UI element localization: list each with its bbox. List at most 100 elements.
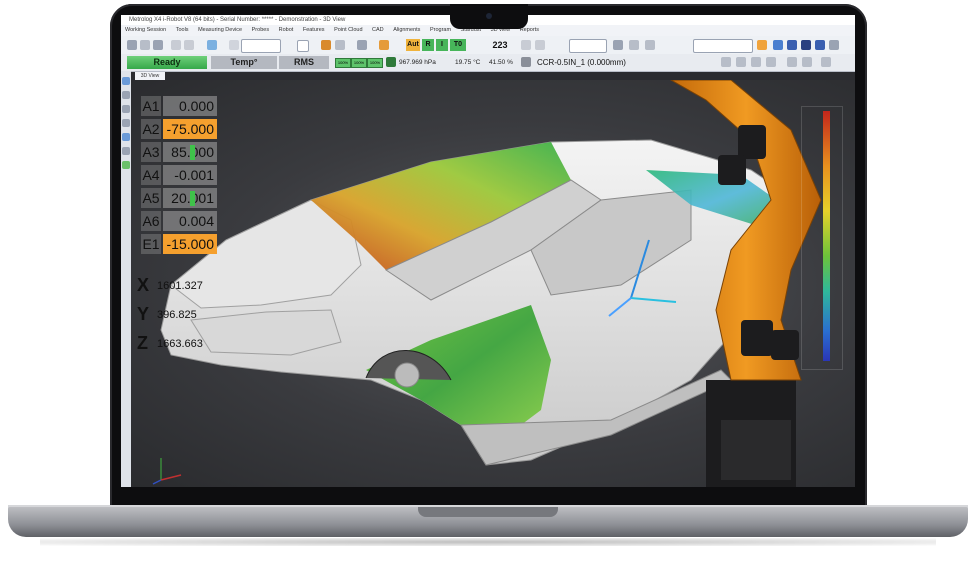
laptop-shadow	[40, 538, 936, 546]
menu-robot[interactable]: Robot	[279, 27, 294, 33]
menu-program[interactable]: Program	[430, 27, 451, 33]
menu-alignments[interactable]: Alignments	[393, 27, 420, 33]
device-select-dropdown[interactable]	[229, 40, 239, 50]
probe-icon[interactable]	[757, 40, 767, 50]
tool-icon-6[interactable]	[802, 57, 812, 67]
menu-cad[interactable]: CAD	[372, 27, 384, 33]
auto-button[interactable]: Aut	[406, 39, 420, 51]
i-button[interactable]: I	[436, 39, 448, 51]
coord-row-y: Y 396.825	[137, 304, 217, 333]
deviation-scale-frame	[801, 106, 843, 370]
axis-row-a5: A5 20.001	[141, 186, 221, 209]
tool-icon-4[interactable]	[766, 57, 776, 67]
side-tool-icon-3[interactable]	[122, 105, 130, 113]
save-icon[interactable]	[153, 40, 163, 50]
point-counter: 223	[492, 40, 508, 50]
coord-row-z: Z 1663.663	[137, 333, 217, 362]
axis-value: -15.000	[163, 234, 217, 254]
axis-label: A1	[141, 96, 161, 116]
measure-icon[interactable]	[521, 40, 531, 50]
side-tool-icon-7[interactable]	[122, 161, 130, 169]
feature-combo[interactable]	[693, 39, 753, 53]
quality-pill-3: 100%	[367, 58, 383, 68]
tool-icon-1[interactable]	[721, 57, 731, 67]
side-tool-icon-2[interactable]	[122, 91, 130, 99]
coord-row-x: X 1601.327	[137, 275, 217, 304]
view-icon[interactable]	[773, 40, 783, 50]
app-window: Metrolog X4 i-Robot V8 (64 bits) - Seria…	[121, 15, 855, 487]
grid-icon[interactable]	[335, 40, 345, 50]
axis-value: -0.001	[163, 165, 217, 185]
new-session-icon[interactable]	[127, 40, 137, 50]
stop-icon[interactable]	[379, 40, 389, 50]
tool-icon-7[interactable]	[821, 57, 831, 67]
axis-value: -75.000	[163, 119, 217, 139]
status-toolbar: Ready Temp° RMS 100% 100% 100% 967.969 h…	[121, 54, 855, 72]
main-toolbar: Aut R I T0 223	[121, 36, 855, 55]
menu-point-cloud[interactable]: Point Cloud	[334, 27, 362, 33]
3d-viewport[interactable]: A1 0.000 A2 -75.000 A3 85.000 A4 -0.001	[131, 80, 855, 487]
coord-label: Y	[137, 304, 150, 324]
axis-row-a3: A3 85.000	[141, 140, 221, 163]
tcp-coordinates: X 1601.327 Y 396.825 Z 1663.663	[137, 275, 217, 362]
target-icon[interactable]	[321, 40, 331, 50]
unit-combo[interactable]	[569, 39, 607, 53]
axis-label: A6	[141, 211, 161, 231]
side-tool-icon-5[interactable]	[122, 133, 130, 141]
robot-axes-panel: A1 0.000 A2 -75.000 A3 85.000 A4 -0.001	[141, 94, 221, 255]
feature-icon[interactable]	[645, 40, 655, 50]
axis-label: E1	[141, 234, 161, 254]
camera-view-icon[interactable]	[801, 40, 811, 50]
coord-value: 1663.663	[157, 338, 203, 350]
align-icon[interactable]	[629, 40, 639, 50]
open-icon[interactable]	[140, 40, 150, 50]
ready-button[interactable]: Ready	[127, 56, 207, 69]
probe-readout: CCR-0.5IN_1 (0.000mm)	[537, 58, 626, 67]
menu-tools[interactable]: Tools	[176, 27, 189, 33]
coord-value: 396.825	[157, 309, 197, 321]
side-tool-icon-4[interactable]	[122, 119, 130, 127]
scene-render	[152, 80, 822, 487]
quality-pill-2: 100%	[351, 58, 367, 68]
coord-label: Z	[137, 333, 148, 353]
axis-row-a2: A2 -75.000	[141, 117, 221, 140]
chart-icon[interactable]	[613, 40, 623, 50]
layer-icon[interactable]	[787, 40, 797, 50]
rms-button[interactable]: RMS	[279, 56, 329, 69]
tab-3d-view[interactable]: 3D View	[135, 72, 165, 80]
deviation-color-scale	[823, 111, 830, 361]
undo-icon[interactable]	[171, 40, 181, 50]
pressure-readout: 967.969 hPa	[399, 59, 436, 66]
side-tool-icon-1[interactable]	[122, 77, 130, 85]
r-button[interactable]: R	[422, 39, 434, 51]
tool-icon-2[interactable]	[736, 57, 746, 67]
axis-label: A5	[141, 188, 161, 208]
settings-icon[interactable]	[357, 40, 367, 50]
temp-button[interactable]: Temp°	[211, 56, 277, 69]
weather-icon	[386, 57, 396, 67]
side-tool-icon-6[interactable]	[122, 147, 130, 155]
axis-label: A4	[141, 165, 161, 185]
device-combo[interactable]	[241, 39, 281, 53]
menu-probes[interactable]: Probes	[252, 27, 269, 33]
device-icon[interactable]	[207, 40, 217, 50]
menu-measuring-device[interactable]: Measuring Device	[198, 27, 242, 33]
record-icon[interactable]	[815, 40, 825, 50]
redo-icon[interactable]	[184, 40, 194, 50]
camera-icon	[486, 13, 492, 19]
axis-label: A3	[141, 142, 161, 162]
axis-indicator	[190, 145, 195, 160]
probe-tip-icon[interactable]	[521, 57, 531, 67]
lid-groove	[418, 507, 558, 517]
t0-button[interactable]: T0	[450, 39, 466, 51]
menu-working-session[interactable]: Working Session	[125, 27, 166, 33]
axis-value: 0.004	[163, 211, 217, 231]
menu-features[interactable]: Features	[303, 27, 325, 33]
tool-icon-5[interactable]	[787, 57, 797, 67]
coord-value: 1601.327	[157, 280, 203, 292]
window-icon[interactable]	[829, 40, 839, 50]
axis-row-a6: A6 0.004	[141, 209, 221, 232]
rotate-icon[interactable]	[535, 40, 545, 50]
tool-icon-3[interactable]	[751, 57, 761, 67]
probe-combo[interactable]	[297, 40, 309, 52]
